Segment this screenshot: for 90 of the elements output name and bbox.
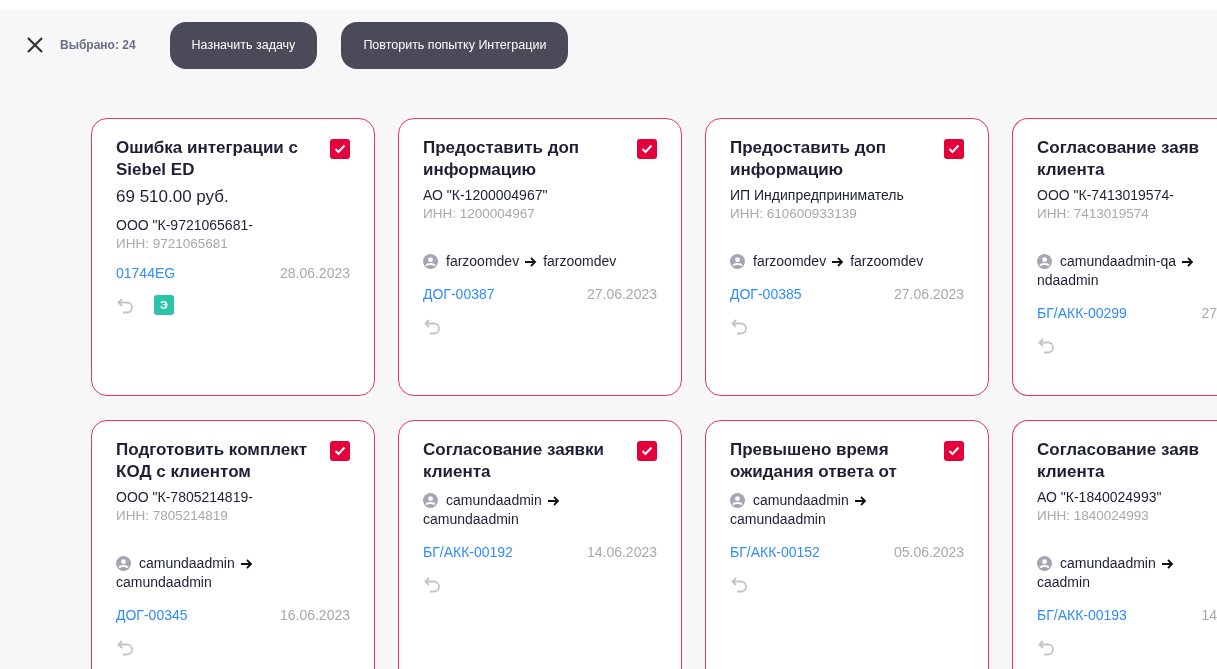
- inn-number: ИНН: 610600933139: [730, 206, 858, 221]
- user-name: camundaadmin: [423, 510, 519, 529]
- arrow-icon: [547, 495, 560, 506]
- inn-number: ИНН: 9721065681: [116, 236, 229, 251]
- checkmark-icon: [948, 446, 960, 456]
- user-name: camundaadmin-qa: [1060, 252, 1176, 271]
- task-card[interactable]: Согласование заяв клиента ООО "К-7413019574- ИНН: 7413019574 camundaadmin-qa ndaadmin БГ/АКК-00299 27: [1012, 118, 1217, 396]
- task-card[interactable]: Подготовить комплект КОД с клиентом ООО "К-7805214819- ИНН: 7805214819 camundaadmin camundaadmin ДОГ-00345 16.06.2023: [91, 420, 375, 669]
- checkmark-icon: [948, 144, 960, 154]
- card-title: Согласование заяв клиента: [1037, 137, 1201, 181]
- arrow-icon: [240, 558, 253, 569]
- status-badge: Э: [154, 295, 174, 315]
- date: 14.06.2023: [586, 544, 657, 560]
- user-icon: [730, 493, 745, 508]
- user-name: farzoomdev: [850, 252, 924, 271]
- action-button[interactable]: Назначить задачу: [169, 21, 318, 69]
- undo-icon[interactable]: [423, 574, 443, 594]
- date: 14: [1201, 607, 1217, 623]
- date: 27: [1201, 305, 1217, 321]
- card-title: Согласование заяв клиента: [1037, 439, 1201, 483]
- card-title: Ошибка интеграции с Siebel ED: [116, 137, 299, 181]
- checkbox[interactable]: [637, 139, 657, 159]
- organization-name: ООО "К-7805214819-: [116, 489, 254, 505]
- organization-name: ИП Индипредприниматель: [730, 187, 905, 203]
- user-name: ndaadmin: [1037, 271, 1099, 290]
- undo-icon[interactable]: [116, 295, 136, 315]
- user-name: camundaadmin: [139, 554, 235, 573]
- checkmark-icon: [641, 144, 653, 154]
- user-name: farzoomdev: [753, 252, 827, 271]
- undo-icon[interactable]: [730, 574, 750, 594]
- checkbox[interactable]: [330, 441, 350, 461]
- organization-name: ООО "К-9721065681-: [116, 217, 254, 233]
- arrow-icon: [525, 256, 538, 267]
- checkbox[interactable]: [944, 139, 964, 159]
- arrow-icon: [1181, 256, 1194, 267]
- user-name: camundaadmin: [753, 491, 849, 510]
- inn-number: ИНН: 1200004967: [423, 206, 536, 221]
- user-name: camundaadmin: [730, 510, 826, 529]
- user-name: caadmin: [1037, 573, 1090, 592]
- date: 16.06.2023: [279, 607, 350, 623]
- date: 27.06.2023: [893, 286, 964, 302]
- card-title: Подготовить комплект КОД с клиентом: [116, 439, 309, 483]
- date: 27.06.2023: [586, 286, 657, 302]
- user-icon: [423, 254, 438, 269]
- checkbox[interactable]: [637, 441, 657, 461]
- card-title: Предоставить доп информацию: [423, 137, 581, 181]
- date: 05.06.2023: [893, 544, 964, 560]
- card-title: Согласование заявки клиента: [423, 439, 605, 483]
- task-card[interactable]: Превышено время ожидания ответа от camundaadmin camundaadmin БГ/АКК-00152 05.06.2023: [705, 420, 989, 669]
- user-icon: [1037, 556, 1052, 571]
- inn-number: ИНН: 7805214819: [116, 508, 229, 523]
- task-card[interactable]: Согласование заявки клиента camundaadmin camundaadmin БГ/АКК-00192 14.06.2023: [398, 420, 682, 669]
- task-card[interactable]: Ошибка интеграции с Siebel ED 69 510.00 руб. ООО "К-9721065681- ИНН: 9721065681 01744EG 28.06.2023 Э: [91, 118, 375, 396]
- card-title: Превышено время ожидания ответа от: [730, 439, 898, 483]
- arrow-icon: [854, 495, 867, 506]
- task-card[interactable]: Предоставить доп информацию АО "К-1200004967" ИНН: 1200004967 farzoomdev farzoomdev ДОГ-00387 27.06.2023: [398, 118, 682, 396]
- checkmark-icon: [334, 446, 346, 456]
- user-name: farzoomdev: [543, 252, 617, 271]
- user-icon: [423, 493, 438, 508]
- organization-name: ООО "К-7413019574-: [1037, 187, 1175, 203]
- arrow-icon: [1161, 558, 1174, 569]
- user-name: camundaadmin: [116, 573, 212, 592]
- task-card[interactable]: Согласование заяв клиента АО "К-1840024993" ИНН: 1840024993 camundaadmin caadmin БГ/АКК-00193 14: [1012, 420, 1217, 669]
- checkmark-icon: [641, 446, 653, 456]
- undo-icon[interactable]: [423, 316, 443, 336]
- checkbox[interactable]: [330, 139, 350, 159]
- card-title: Предоставить доп информацию: [730, 137, 888, 181]
- user-icon: [1037, 254, 1052, 269]
- user-name: farzoomdev: [446, 252, 520, 271]
- checkbox[interactable]: [944, 441, 964, 461]
- undo-icon[interactable]: [116, 637, 136, 657]
- undo-icon[interactable]: [730, 316, 750, 336]
- organization-name: АО "К-1200004967": [423, 187, 549, 203]
- action-button[interactable]: Повторить попытку Интеграции: [341, 21, 569, 69]
- user-icon: [730, 254, 745, 269]
- undo-icon[interactable]: [1037, 637, 1057, 657]
- task-card[interactable]: Предоставить доп информацию ИП Индипредприниматель ИНН: 610600933139 farzoomdev farzoomdev ДОГ-00385 27.06.2023: [705, 118, 989, 396]
- user-name: camundaadmin: [446, 491, 542, 510]
- arrow-icon: [832, 256, 845, 267]
- amount: 69 510.00 руб.: [116, 187, 230, 207]
- checkmark-icon: [334, 144, 346, 154]
- user-name: camundaadmin: [1060, 554, 1156, 573]
- inn-number: ИНН: 1840024993: [1037, 508, 1150, 523]
- organization-name: АО "К-1840024993": [1037, 489, 1163, 505]
- undo-icon[interactable]: [1037, 335, 1057, 355]
- selected-count: Выбрано: 24: [60, 38, 136, 52]
- inn-number: ИНН: 7413019574: [1037, 206, 1150, 221]
- close-icon[interactable]: [26, 36, 44, 54]
- user-icon: [116, 556, 131, 571]
- date: 28.06.2023: [279, 265, 350, 281]
